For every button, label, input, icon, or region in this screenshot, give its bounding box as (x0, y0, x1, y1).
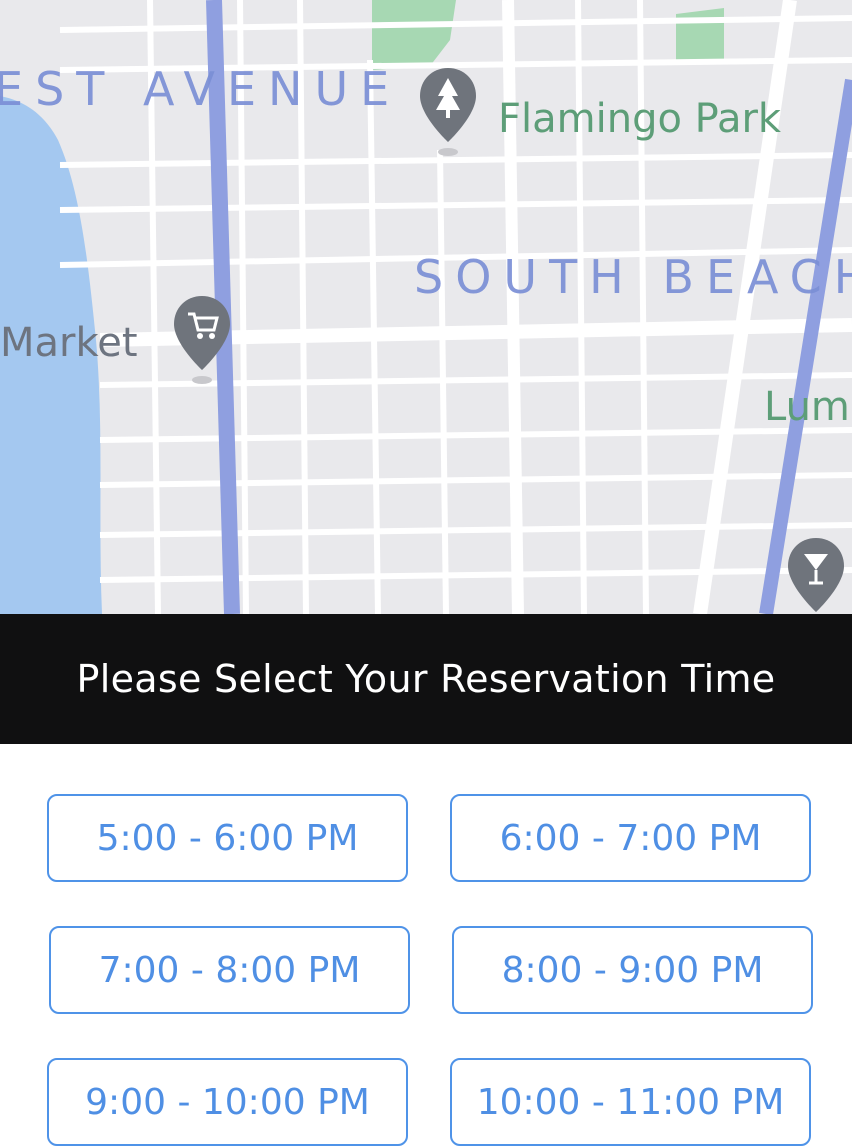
reservation-header: Please Select Your Reservation Time (0, 614, 852, 744)
reservation-title: Please Select Your Reservation Time (76, 657, 776, 701)
map-area-label: EST AVENUE (0, 62, 402, 116)
lummus-park-label: Lum (764, 384, 850, 430)
time-slot-button[interactable]: 8:00 - 9:00 PM (452, 926, 813, 1014)
park-pin-icon[interactable] (418, 66, 478, 167)
cocktail-bar-pin-icon[interactable] (786, 536, 846, 614)
shopping-cart-pin-icon[interactable] (172, 294, 232, 395)
time-slot-button[interactable]: 7:00 - 8:00 PM (49, 926, 410, 1014)
time-slot-button[interactable]: 5:00 - 6:00 PM (47, 794, 408, 882)
park-label: Flamingo Park (498, 96, 782, 142)
map-area-label: SOUTH BEACH (414, 250, 852, 304)
market-label: Market (0, 320, 138, 366)
time-slot-grid: 5:00 - 6:00 PM 6:00 - 7:00 PM 7:00 - 8:0… (0, 744, 852, 1146)
park-area (676, 8, 724, 62)
park-area (372, 0, 456, 70)
time-slot-button[interactable]: 6:00 - 7:00 PM (450, 794, 811, 882)
time-slot-button[interactable]: 10:00 - 11:00 PM (450, 1058, 811, 1146)
time-slot-button[interactable]: 9:00 - 10:00 PM (47, 1058, 408, 1146)
map-view[interactable]: EST AVENUE SOUTH BEACH Flamingo Park Mar… (0, 0, 852, 614)
